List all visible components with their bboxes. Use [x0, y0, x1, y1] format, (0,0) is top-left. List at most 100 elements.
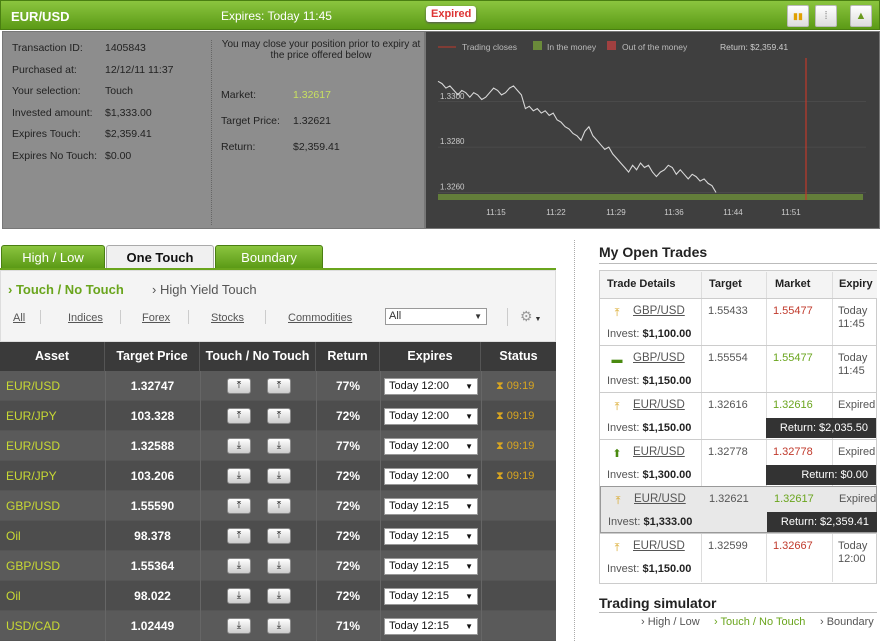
- no-touch-button[interactable]: ⤓: [267, 588, 291, 604]
- expiry-select[interactable]: Today 12:15 ▼: [384, 528, 478, 545]
- expiry-select[interactable]: Today 12:15 ▼: [384, 498, 478, 515]
- tab-boundary[interactable]: Boundary: [215, 245, 323, 269]
- collapse-button[interactable]: ▲: [850, 5, 872, 27]
- filter-stocks[interactable]: Stocks: [211, 312, 244, 324]
- sim-link-touch[interactable]: › Touch / No Touch: [714, 616, 805, 628]
- no-touch-button[interactable]: ⤒: [267, 378, 291, 394]
- no-touch-button[interactable]: ⤓: [267, 468, 291, 484]
- touch-up-icon: ⤒: [276, 380, 282, 391]
- touch-button[interactable]: ⤓: [227, 468, 251, 484]
- trade-pair-link[interactable]: EUR/USD: [633, 446, 685, 458]
- trade-target: 1.32778: [708, 446, 748, 458]
- sim-link-boundary[interactable]: › Boundary: [820, 616, 874, 628]
- filter-select[interactable]: All ▼: [385, 308, 487, 325]
- invest-label: Invest:: [607, 328, 640, 340]
- info-icon: ⁞: [824, 10, 828, 22]
- filter-forex[interactable]: Forex: [142, 312, 170, 324]
- touch-button[interactable]: ⤒: [227, 498, 251, 514]
- table-row: Oil 98.022 ⤓ ⤓ 72% Today 12:15 ▼: [0, 581, 556, 611]
- subtab-high-yield[interactable]: › High Yield Touch: [152, 282, 257, 297]
- no-touch-button[interactable]: ⤓: [267, 618, 291, 634]
- table-row: EUR/USD 1.32747 ⤒ ⤒ 77% Today 12:00 ▼ ⧗ 09:19: [0, 371, 556, 401]
- no-touch-button[interactable]: ⤒: [267, 528, 291, 544]
- cell-separator: [380, 431, 381, 461]
- tab-one-touch[interactable]: One Touch: [106, 245, 214, 270]
- no-touch-button[interactable]: ⤒: [267, 408, 291, 424]
- invest-line: Invest: $1,150.00: [607, 563, 691, 575]
- invest-line: Invest: $1,333.00: [608, 516, 692, 528]
- touch-button[interactable]: ⤒: [227, 408, 251, 424]
- open-trade-row: ⤒ GBP/USD Invest: $1,100.00 1.55433 1.55477 T…: [600, 298, 877, 345]
- target-price: 103.206: [130, 469, 175, 483]
- invest-label: Invest:: [607, 469, 640, 481]
- legend-swatch-in: [533, 41, 542, 50]
- cell-separator: [105, 371, 106, 401]
- touch-button[interactable]: ⤓: [227, 558, 251, 574]
- filter-all[interactable]: All: [13, 312, 25, 324]
- no-touch-button[interactable]: ⤒: [267, 498, 291, 514]
- trade-pair-link[interactable]: EUR/USD: [633, 540, 685, 552]
- cell-separator: [105, 431, 106, 461]
- expiry-select[interactable]: Today 12:15 ▼: [384, 588, 478, 605]
- trade-pair-link[interactable]: GBP/USD: [633, 305, 685, 317]
- filter-indices[interactable]: Indices: [68, 312, 103, 324]
- trade-header: EUR/USD Expires: Today 11:45 Expired ▮▮ …: [0, 0, 880, 30]
- trade-pair-link[interactable]: EUR/USD: [634, 493, 686, 505]
- invest-amount: $1,150.00: [642, 375, 692, 387]
- expiry-select[interactable]: Today 12:00 ▼: [384, 378, 478, 395]
- touch-down-icon: ⤓: [236, 560, 242, 571]
- trade-pair-link[interactable]: EUR/USD: [633, 399, 685, 411]
- trade-pair-link[interactable]: GBP/USD: [633, 352, 685, 364]
- trade-market: 1.32617: [774, 493, 814, 505]
- trade-market: 1.32616: [773, 399, 813, 411]
- money-band: [438, 194, 863, 200]
- cell-separator: [380, 611, 381, 641]
- open-trade-row: ⤒ EUR/USD Invest: $1,333.00 1.32621 1.32617 E…: [600, 486, 877, 533]
- touch-icon: ⤒: [615, 495, 621, 507]
- trade-market: 1.55477: [773, 352, 813, 364]
- ot-col-details: Trade Details: [607, 278, 676, 290]
- touch-button[interactable]: ⤒: [227, 378, 251, 394]
- subtab-touch-no-touch[interactable]: › Touch / No Touch: [8, 282, 124, 297]
- cell-separator: [481, 581, 482, 611]
- hourglass-icon: ⧗: [496, 440, 507, 452]
- invest-label: Invest:: [607, 563, 640, 575]
- filter-commodities[interactable]: Commodities: [288, 312, 352, 324]
- expiry-select[interactable]: Today 12:00 ▼: [384, 408, 478, 425]
- cell-separator: [481, 611, 482, 641]
- ot-col-market: Market: [775, 278, 811, 290]
- info-button[interactable]: ⁞: [815, 5, 837, 27]
- asset-name: USD/CAD: [6, 619, 61, 633]
- invest-line: Invest: $1,150.00: [607, 422, 691, 434]
- touch-button[interactable]: ⤓: [227, 438, 251, 454]
- settings-button[interactable]: ⚙ ▼: [520, 308, 548, 326]
- expiry-select[interactable]: Today 12:00 ▼: [384, 438, 478, 455]
- touch-down-icon: ⤓: [236, 620, 242, 631]
- price-chart: Trading closes In the money Out of the mon…: [425, 31, 880, 229]
- sim-link-high-low[interactable]: › High / Low: [641, 616, 700, 628]
- touch-button[interactable]: ⤓: [227, 588, 251, 604]
- chevron-down-icon: ▼: [465, 532, 473, 541]
- cell-separator: [316, 371, 317, 401]
- legend-label: Trading closes: [462, 42, 517, 52]
- touch-button[interactable]: ⤒: [227, 528, 251, 544]
- chart-view-button[interactable]: ▮▮: [787, 5, 809, 27]
- trade-target: 1.55554: [708, 352, 748, 364]
- touch-icon: ⤒: [614, 542, 620, 554]
- no-touch-button[interactable]: ⤓: [267, 438, 291, 454]
- expiry-select[interactable]: Today 12:15 ▼: [384, 558, 478, 575]
- status-badge: Expired: [426, 6, 477, 22]
- touch-down-icon: ⤓: [236, 590, 242, 601]
- x-tick-label: 11:51: [781, 208, 801, 217]
- tab-high-low[interactable]: High / Low: [1, 245, 105, 269]
- cell-separator: [380, 551, 381, 581]
- cell-separator: [200, 551, 201, 581]
- expiry-select[interactable]: Today 12:15 ▼: [384, 618, 478, 635]
- target-price: 98.378: [134, 529, 171, 543]
- no-touch-button[interactable]: ⤓: [267, 558, 291, 574]
- expiry-select[interactable]: Today 12:00 ▼: [384, 468, 478, 485]
- touch-button[interactable]: ⤓: [227, 618, 251, 634]
- trade-expiry: Today 12:00: [838, 540, 868, 565]
- cell-separator: [200, 461, 201, 491]
- table-row: EUR/JPY 103.206 ⤓ ⤓ 72% Today 12:00 ▼ ⧗ 09:19: [0, 461, 556, 491]
